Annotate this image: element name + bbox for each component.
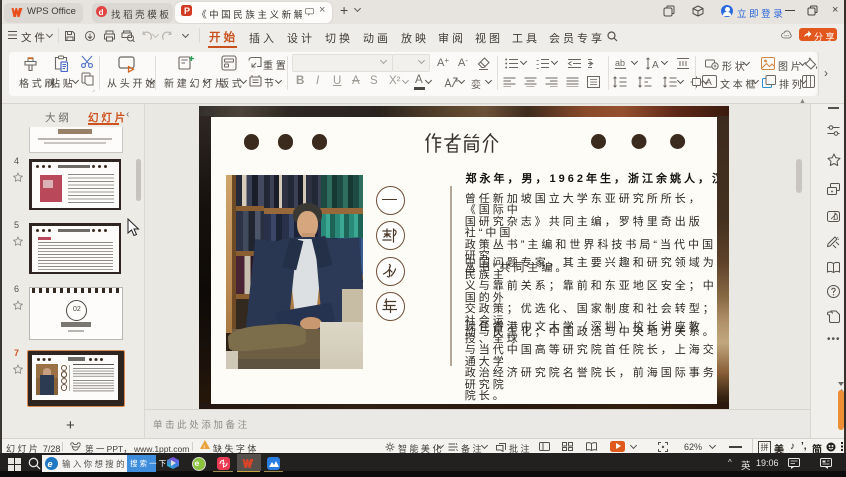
svg-text:ab: ab [615,58,625,68]
svg-text:A: A [706,77,713,88]
svg-text:A: A [652,60,659,70]
